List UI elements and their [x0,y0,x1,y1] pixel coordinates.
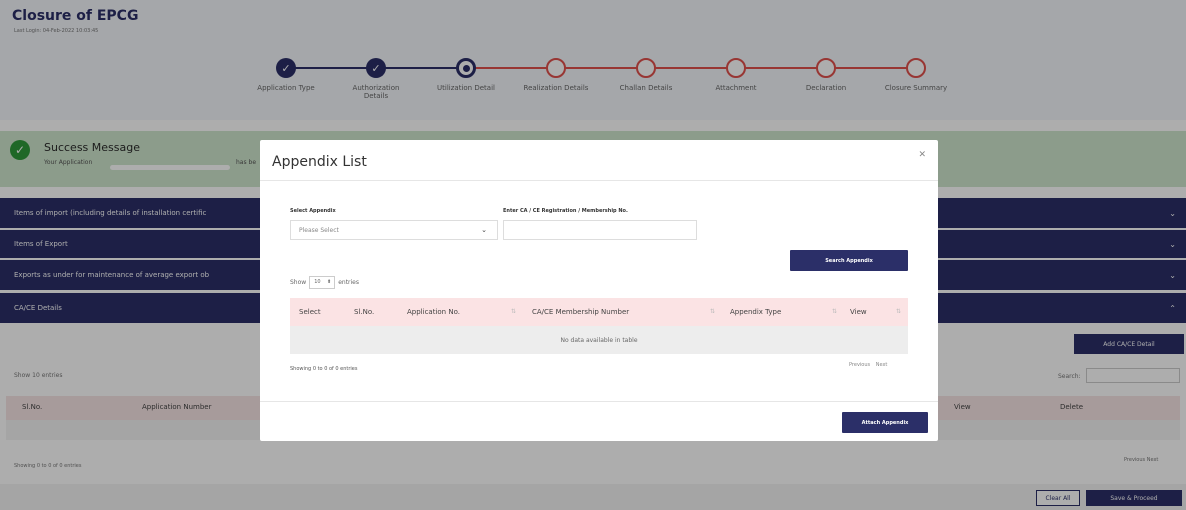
col-view[interactable]: View [850,298,867,326]
modal-footer-divider [260,401,938,402]
modal-show-entries: Show 10 ⬍ entries [290,276,359,289]
empty-table-message: No data available in table [560,336,638,344]
sort-icon: ⇅ [896,308,902,315]
col-ca-ce-membership-number[interactable]: CA/CE Membership Number [532,298,629,326]
close-icon[interactable]: ✕ [918,150,926,160]
col-application-no[interactable]: Application No. [407,298,460,326]
appendix-table-header: Select Sl.No. Application No. ⇅ CA/CE Me… [290,298,908,326]
col-appendix-type[interactable]: Appendix Type [730,298,781,326]
membership-no-input[interactable] [503,220,697,240]
appendix-list-modal: Appendix List ✕ Select Appendix Please S… [260,140,938,441]
previous-link[interactable]: Previous [849,362,870,368]
select-appendix-label: Select Appendix [290,208,336,214]
col-select[interactable]: Select [299,298,321,326]
modal-table-info: Showing 0 to 0 of 0 entries [290,366,358,372]
col-slno[interactable]: Sl.No. [354,298,374,326]
sort-icon: ⇅ [710,308,716,315]
membership-no-label: Enter CA / CE Registration / Membership … [503,208,628,214]
modal-entries-value: 10 [314,279,321,285]
modal-title: Appendix List [272,154,367,170]
modal-show-label: Show [290,279,307,286]
sort-icon: ⇅ [511,308,517,315]
page: Closure of EPCG Last Login: 04-Feb-2022 … [0,0,1186,510]
select-appendix-value: Please Select [299,226,339,234]
search-appendix-button[interactable]: Search Appendix [790,250,908,271]
modal-pager: Previous Next [849,362,887,368]
chevron-down-icon: ⌄ [481,226,487,234]
attach-appendix-button[interactable]: Attach Appendix [842,412,928,433]
spinner-arrows-icon: ⬍ [327,279,332,285]
modal-entries-select[interactable]: 10 ⬍ [309,276,336,289]
modal-header-divider [260,180,938,181]
modal-entries-label: entries [338,279,360,286]
appendix-table-empty-row: No data available in table [290,326,908,354]
appendix-table: Select Sl.No. Application No. ⇅ CA/CE Me… [290,298,908,354]
select-appendix-dropdown[interactable]: Please Select ⌄ [290,220,498,240]
sort-icon: ⇅ [832,308,838,315]
next-link[interactable]: Next [876,362,888,368]
